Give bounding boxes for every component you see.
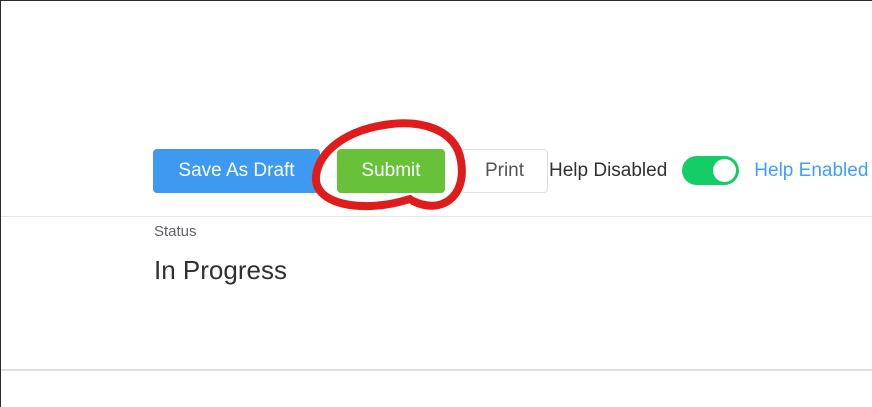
help-enabled-label: Help Enabled [754, 159, 869, 181]
section-divider-bottom [1, 369, 872, 371]
help-disabled-label: Help Disabled [549, 159, 668, 181]
status-label: Status [154, 223, 197, 240]
status-value: In Progress [154, 255, 287, 285]
help-toggle-switch[interactable] [682, 156, 740, 185]
action-toolbar: Save As Draft Submit Print Help Disabled… [153, 148, 868, 193]
save-as-draft-button[interactable]: Save As Draft [153, 148, 320, 193]
print-button[interactable]: Print [461, 148, 548, 193]
red-circle-annotation [311, 119, 466, 211]
section-divider [1, 216, 872, 217]
app-window: Save As Draft Submit Print Help Disabled… [0, 0, 872, 407]
submit-button[interactable]: Submit [337, 148, 445, 193]
toggle-knob [713, 159, 737, 182]
